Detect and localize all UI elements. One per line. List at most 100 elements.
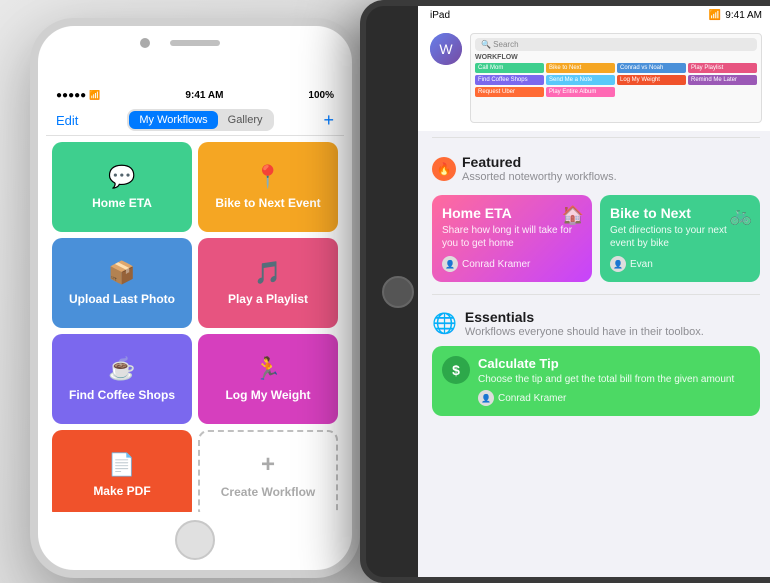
tile-home-eta[interactable]: 💬 Home ETA (52, 142, 192, 232)
mini-cell-5: Find Coffee Shops (475, 75, 544, 85)
mini-workflows-label: WORKFLOW (475, 54, 757, 61)
tab-my-workflows[interactable]: My Workflows (129, 111, 217, 129)
battery-percent: 100% (308, 90, 334, 101)
ipad-status-right: 📶 9:41 AM (709, 10, 762, 21)
ipad-frame: iPad 📶 9:41 AM (366, 6, 770, 577)
pdf-icon: 📄 (108, 452, 135, 478)
home-eta-icon: 💬 (108, 164, 135, 190)
globe-icon: 🌐 (432, 311, 457, 336)
playlist-label: Play a Playlist (228, 292, 308, 306)
author-avatar-2: 👤 (610, 256, 626, 272)
ipad-screen: iPad 📶 9:41 AM (418, 6, 770, 577)
divider-2 (432, 294, 760, 295)
essentials-section: 🌐 Essentials Workflows everyone should h… (418, 301, 770, 342)
create-label: Create Workflow (221, 485, 315, 499)
essentials-title: Essentials (465, 309, 704, 325)
tile-create-workflow[interactable]: + Create Workflow (198, 430, 338, 512)
phone-screen: ●●●●● 📶 9:41 AM 100% Edit My Workflows G… (46, 86, 344, 512)
tip-content: Calculate Tip Choose the tip and get the… (478, 356, 750, 406)
mini-cell-4: Play Playlist (688, 63, 757, 73)
dollar-icon: $ (442, 356, 470, 384)
mini-cell-9: Request Uber (475, 87, 544, 97)
divider-1 (432, 137, 760, 138)
mini-cell-3: Conrad vs Noah (617, 63, 686, 73)
featured-section: 🔥 Featured Assorted noteworthy workflows… (418, 144, 770, 189)
home-eta-label: Home ETA (92, 196, 152, 210)
mini-cell-6: Send Me a Note (546, 75, 615, 85)
mini-cell-2: Bike to Next (546, 63, 615, 73)
tip-title: Calculate Tip (478, 356, 750, 371)
tip-author-row: 👤 Conrad Kramer (478, 390, 750, 406)
calculate-tip-card[interactable]: $ Calculate Tip Choose the tip and get t… (432, 346, 760, 416)
add-workflow-button[interactable]: + (323, 110, 334, 131)
tip-author-name: Conrad Kramer (498, 393, 566, 404)
weight-icon: 🏃 (254, 356, 281, 382)
mini-search: 🔍 Search (475, 38, 757, 51)
ipad-time: 9:41 AM (725, 10, 762, 21)
tile-play-playlist[interactable]: 🎵 Play a Playlist (198, 238, 338, 328)
wifi-icon: 📶 (89, 90, 100, 101)
home-eta-card-desc: Share how long it will take for you to g… (442, 224, 582, 250)
essentials-text: Essentials Workflows everyone should hav… (465, 309, 704, 338)
tile-make-pdf[interactable]: 📄 Make PDF (52, 430, 192, 512)
home-eta-card[interactable]: 🏠 Home ETA Share how long it will take f… (432, 195, 592, 282)
tile-log-weight[interactable]: 🏃 Log My Weight (198, 334, 338, 424)
house-icon: 🏠 (562, 205, 584, 226)
mini-cell-7: Log My Weight (617, 75, 686, 85)
tab-switcher: My Workflows Gallery (127, 109, 274, 131)
status-time: 9:41 AM (185, 90, 223, 101)
bike-icon-card: 🚲 (730, 205, 752, 226)
phone-camera (140, 38, 150, 48)
bike-label: Bike to Next Event (215, 196, 320, 210)
author-name-1: Conrad Kramer (462, 259, 530, 270)
phone-speaker (170, 40, 220, 46)
svg-text:W: W (439, 41, 453, 57)
ipad-home-button[interactable] (382, 276, 414, 308)
mini-cell-8: Remind Me Later (688, 75, 757, 85)
featured-cards: 🏠 Home ETA Share how long it will take f… (418, 189, 770, 288)
coffee-label: Find Coffee Shops (69, 388, 175, 402)
tile-bike-next-event[interactable]: 📍 Bike to Next Event (198, 142, 338, 232)
featured-subtitle: Assorted noteworthy workflows. (462, 171, 617, 183)
edit-button[interactable]: Edit (56, 113, 78, 128)
mini-grid: Call Mom Bike to Next Conrad vs Noah Pla… (475, 63, 757, 97)
tip-author-avatar: 👤 (478, 390, 494, 406)
author-avatar-1: 👤 (442, 256, 458, 272)
ipad-mini-preview: 🔍 Search WORKFLOW Call Mom Bike to Next … (470, 33, 762, 123)
tile-find-coffee[interactable]: ☕ Find Coffee Shops (52, 334, 192, 424)
phone-frame: ●●●●● 📶 9:41 AM 100% Edit My Workflows G… (38, 26, 352, 570)
mini-cell-1: Call Mom (475, 63, 544, 73)
ipad-preview-area: W 🔍 Search WORKFLOW Call Mom Bike to Nex… (418, 25, 770, 131)
app-logo: W (430, 33, 462, 65)
pdf-label: Make PDF (93, 484, 150, 498)
essentials-header: 🌐 Essentials Workflows everyone should h… (432, 309, 760, 338)
home-eta-author: 👤 Conrad Kramer (442, 256, 582, 272)
tab-gallery[interactable]: Gallery (218, 111, 273, 129)
ipad-status-left: iPad (430, 10, 450, 21)
music-icon: 🎵 (254, 260, 281, 286)
bike-card-desc: Get directions to your next event by bik… (610, 224, 750, 250)
essentials-subtitle: Workflows everyone should have in their … (465, 326, 704, 338)
featured-text: Featured Assorted noteworthy workflows. (462, 154, 617, 183)
mini-cell-10: Play Entire Album (546, 87, 615, 97)
ipad-device: iPad 📶 9:41 AM (360, 0, 770, 583)
bike-author: 👤 Evan (610, 256, 750, 272)
tile-upload-photo[interactable]: 📦 Upload Last Photo (52, 238, 192, 328)
coffee-icon: ☕ (108, 356, 135, 382)
weight-label: Log My Weight (225, 388, 310, 402)
bike-card[interactable]: 🚲 Bike to Next Get directions to your ne… (600, 195, 760, 282)
featured-header: 🔥 Featured Assorted noteworthy workflows… (432, 154, 760, 183)
signal-icon: ●●●●● (56, 90, 86, 101)
phone-home-button[interactable] (175, 520, 215, 560)
plus-icon: + (261, 451, 275, 479)
battery-area: 100% (308, 90, 334, 101)
featured-title: Featured (462, 154, 617, 170)
tip-desc: Choose the tip and get the total bill fr… (478, 373, 750, 386)
phone-device: ●●●●● 📶 9:41 AM 100% Edit My Workflows G… (30, 18, 360, 578)
phone-nav-bar: Edit My Workflows Gallery + (46, 105, 344, 136)
upload-label: Upload Last Photo (69, 292, 175, 306)
featured-icon: 🔥 (432, 157, 456, 181)
ipad-status-bar: iPad 📶 9:41 AM (418, 6, 770, 25)
signal-dots: ●●●●● 📶 (56, 90, 100, 101)
bike-icon: 📍 (254, 164, 281, 190)
